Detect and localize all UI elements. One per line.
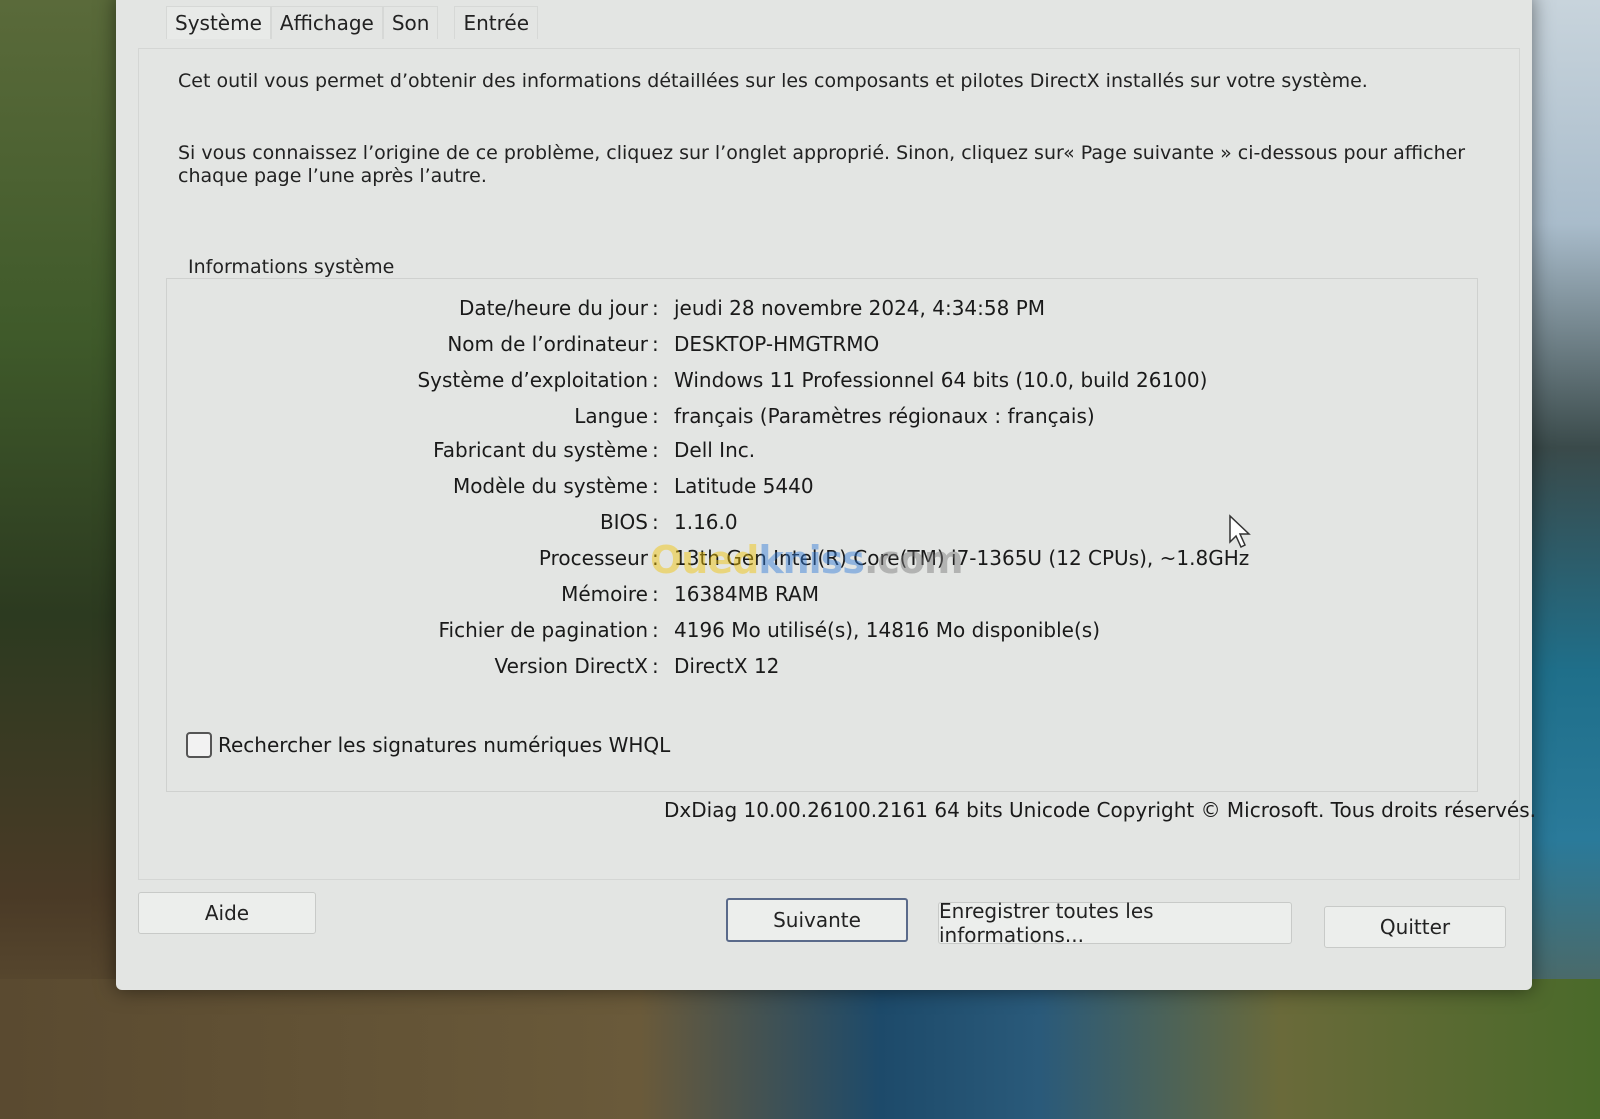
info-label: Version DirectX [494, 654, 649, 678]
info-separator: : [652, 474, 659, 498]
info-label: BIOS [599, 510, 648, 534]
watermark-part: .com [863, 538, 964, 582]
info-label: Date/heure du jour [458, 296, 648, 320]
tab-entree[interactable]: Entrée [454, 6, 538, 39]
info-separator: : [652, 368, 659, 392]
info-label: Modèle du système [452, 474, 648, 498]
info-row: Mémoire:16384MB RAM [116, 582, 1416, 612]
info-label: Langue [574, 404, 648, 428]
desktop-wallpaper-bottom [0, 979, 1600, 1119]
tab-bar: Système Affichage Son Entrée [166, 6, 538, 39]
checkbox-box[interactable] [186, 732, 212, 758]
info-label: Processeur [538, 546, 648, 570]
info-value: Windows 11 Professionnel 64 bits (10.0, … [674, 368, 1208, 392]
info-value: 1.16.0 [674, 510, 738, 534]
info-row: Fabricant du système: Dell Inc. [116, 438, 1416, 468]
info-row: Modèle du système: Latitude 5440 [116, 474, 1416, 504]
info-label: Mémoire [561, 582, 648, 606]
whql-checkbox[interactable]: Rechercher les signatures numériques WHQ… [186, 732, 670, 758]
group-title: Informations système [184, 256, 399, 278]
info-row: Date/heure du jour: jeudi 28 novembre 202… [116, 296, 1416, 326]
info-value: Dell Inc. [674, 438, 756, 462]
info-value: 4196 Mo utilisé(s), 14816 Mo disponible(… [674, 618, 1101, 642]
info-value: français (Paramètres régionaux : françai… [674, 404, 1095, 428]
info-value: 16384MB RAM [674, 582, 819, 606]
info-value: DirectX 12 [674, 654, 780, 678]
watermark-part: kniss [758, 538, 865, 582]
info-separator: : [652, 618, 659, 642]
tab-affichage[interactable]: Affichage [270, 6, 383, 39]
info-separator: : [652, 510, 659, 534]
quit-button[interactable]: Quitter [1324, 906, 1506, 948]
info-row: Nom de l’ordinateur: DESKTOP-HMGTRMO [116, 332, 1416, 362]
info-separator: : [652, 404, 659, 428]
tab-son[interactable]: Son [382, 6, 439, 39]
info-row: Système d’exploitation: Windows 11 Profes… [116, 368, 1416, 398]
info-value: Latitude 5440 [674, 474, 814, 498]
info-label: Système d’exploitation [417, 368, 648, 392]
info-separator: : [652, 296, 659, 320]
info-row: Version DirectX: DirectX 12 [116, 654, 1416, 684]
info-separator: : [652, 332, 659, 356]
info-separator: : [652, 438, 659, 462]
info-label: Fichier de pagination [438, 618, 648, 642]
info-value: jeudi 28 novembre 2024, 4:34:58 PM [674, 296, 1046, 320]
info-label: Nom de l’ordinateur [447, 332, 648, 356]
save-all-button[interactable]: Enregistrer toutes les informations... [938, 899, 1292, 947]
mouse-pointer-icon [1229, 514, 1251, 549]
tab-systeme[interactable]: Système [166, 6, 271, 39]
info-label: Fabricant du système [433, 438, 648, 462]
instructions-text: Si vous connaissez l’origine de ce probl… [178, 142, 1466, 187]
info-row: Langue: français (Paramètres régionaux : … [116, 404, 1416, 434]
watermark-logo: Ouedkniss.com [650, 538, 964, 582]
intro-text: Cet outil vous permet d’obtenir des info… [178, 70, 1368, 92]
copyright-text: DxDiag 10.00.26100.2161 64 bits Unicode … [664, 798, 1537, 822]
info-separator: : [652, 654, 659, 678]
info-separator: : [652, 582, 659, 606]
dxdiag-window: Système Affichage Son Entrée Cet outil v… [116, 0, 1536, 990]
help-button[interactable]: Aide [138, 892, 316, 934]
next-button[interactable]: Suivante [726, 898, 908, 942]
info-row: Fichier de pagination:4196 Mo utilisé(s)… [116, 618, 1416, 648]
info-value: DESKTOP-HMGTRMO [674, 332, 880, 356]
watermark-part: Oued [650, 538, 759, 582]
desktop-wallpaper-right [1520, 0, 1600, 1119]
info-row: BIOS:1.16.0 [116, 510, 1416, 540]
whql-label: Rechercher les signatures numériques WHQ… [218, 733, 671, 757]
